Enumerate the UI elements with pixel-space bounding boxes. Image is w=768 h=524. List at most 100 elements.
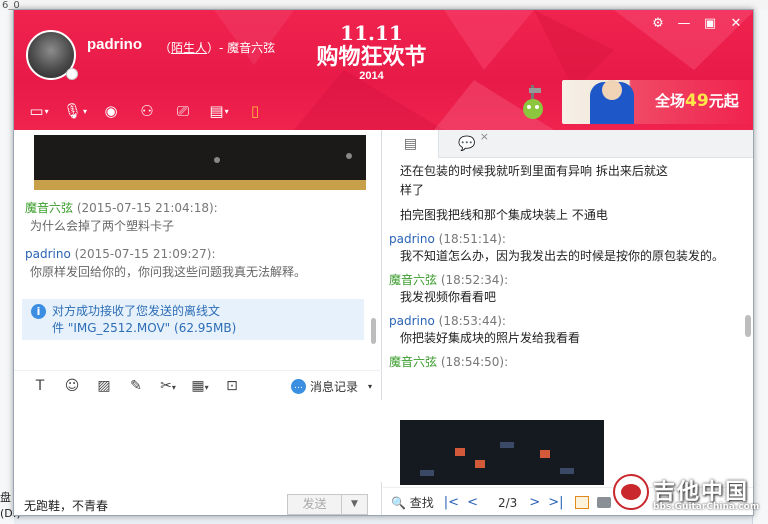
message-manager-icon[interactable]	[597, 497, 612, 508]
sender-name[interactable]: 魔音六弦	[389, 355, 437, 369]
contact-card-icon: ▤	[403, 136, 418, 152]
sender-name[interactable]: 魔音六弦	[389, 273, 437, 287]
chat-header: padrino （陌生人）- 魔音六弦 11.11 购物狂欢节 2014 ⚙ —…	[14, 10, 753, 130]
right-scrollbar[interactable]	[745, 315, 751, 337]
input-footer: 无跑鞋，不青春 发送 ▼	[14, 482, 382, 515]
message-text: 你原样发回给你的，你问我这些问题我真无法解释。	[30, 265, 307, 279]
shake-icon[interactable]: ⊡	[216, 378, 248, 394]
maximize-icon[interactable]: ▣	[701, 16, 719, 31]
last-page-icon[interactable]: >|	[548, 495, 563, 510]
message-history-list: 还在包装的时候我就听到里面有异响 拆出来后就这 样了 拍完图我把线和那个集成块装…	[389, 162, 739, 376]
message-sender: 魔音六弦 (2015-07-15 21:04:18):	[25, 200, 375, 216]
tab-messages[interactable]: 💬 ×	[439, 130, 495, 158]
circuit-photo[interactable]	[400, 420, 604, 485]
message-text: 拍完图我把线和那个集成块装上 不通电	[400, 208, 608, 222]
relation-close: ）- 魔音六弦	[207, 41, 276, 55]
tab-profile[interactable]: ▤	[383, 130, 439, 158]
info-icon: i	[31, 304, 46, 319]
font-icon[interactable]: T	[24, 378, 56, 394]
sender-name[interactable]: 魔音六弦	[25, 201, 73, 215]
banner-model-head	[602, 80, 622, 100]
message-time: (18:53:44):	[438, 314, 506, 328]
prev-page-icon[interactable]: <	[467, 495, 478, 510]
screen-share-icon[interactable]: ⎚	[170, 100, 196, 122]
first-page-icon[interactable]: |<	[444, 495, 459, 510]
promo-top: 11.11	[340, 21, 403, 45]
photo-detail	[475, 460, 485, 468]
promo-banner[interactable]: 全场49元起	[562, 80, 753, 124]
chat-bubble-icon: …	[290, 379, 306, 394]
guitar-logo-icon	[613, 474, 649, 510]
promo-year: 2014	[359, 70, 384, 82]
message-sender: padrino (18:51:14):	[389, 231, 739, 247]
notice-line[interactable]: 件 "IMG_2512.MOV" (62.95MB)	[52, 320, 358, 337]
sender-name[interactable]: padrino	[389, 314, 435, 328]
message-time: (18:52:34):	[440, 273, 509, 287]
remote-desktop-icon[interactable]: ▤ ▾	[206, 100, 232, 122]
more-icon[interactable]: ▦▾	[184, 378, 216, 394]
message-sender: 魔音六弦 (18:52:34):	[389, 272, 739, 288]
mascot-icon[interactable]	[521, 85, 545, 120]
left-scrollbar[interactable]	[371, 318, 376, 344]
video-call-icon[interactable]: ◉	[98, 100, 124, 122]
message-time: (2015-07-15 21:09:27):	[74, 247, 216, 261]
search-icon: 🔍	[391, 496, 406, 510]
settings-icon[interactable]: ⚙	[649, 16, 667, 31]
calendar-icon[interactable]	[575, 496, 590, 509]
photo-board	[34, 135, 366, 183]
emoji-icon[interactable]: ☺	[56, 378, 88, 394]
message-text: 我发视频你看看吧	[400, 290, 497, 304]
message: padrino (18:51:14): 我不知道怎么办，因为我发出去的时候是按你…	[389, 231, 739, 266]
message-time: (2015-07-15 21:04:18):	[76, 201, 218, 215]
doodle-icon[interactable]: ✎	[120, 378, 152, 394]
minimize-icon[interactable]: —	[675, 16, 693, 31]
online-status-icon	[66, 68, 78, 80]
send-options-button[interactable]: ▼	[342, 494, 368, 515]
photo-detail	[346, 153, 352, 159]
background-window-left	[0, 10, 14, 524]
add-friend-icon[interactable]: ⚇	[134, 100, 160, 122]
photo-edge	[34, 180, 366, 190]
message-time: (18:51:14):	[438, 232, 506, 246]
message-time: (18:54:50):	[440, 355, 509, 369]
screenshot-icon[interactable]: ✂▾	[152, 378, 184, 394]
sender-name[interactable]: padrino	[25, 247, 71, 261]
page-indicator: 2/3	[497, 495, 518, 510]
find-button[interactable]: 🔍 查找	[391, 494, 434, 511]
message-text: 我不知道怎么办，因为我发出去的时候是按你的原包装发的。	[400, 249, 725, 263]
side-tabs: ▤ 💬 ×	[383, 130, 753, 158]
close-icon[interactable]: ✕	[727, 16, 745, 31]
message-history-button[interactable]: … 消息记录 ▾	[290, 378, 372, 395]
file-transfer-icon[interactable]: ▭ ▾	[26, 100, 52, 122]
left-chat-pane: 魔音六弦 (2015-07-15 21:04:18): 为什么会掉了两个塑料卡子…	[14, 130, 382, 515]
banner-suffix: 元起	[708, 92, 739, 110]
image-icon[interactable]: ▨	[88, 378, 120, 394]
right-chat-pane: ▤ 💬 × 还在包装的时候我就听到里面有异响 拆出来后就这 样了 拍完图我把线和那…	[383, 130, 753, 515]
contact-signature: 无跑鞋，不青春	[24, 499, 109, 513]
voice-call-icon[interactable]: 🎙 ▾	[62, 100, 88, 122]
message: 拍完图我把线和那个集成块装上 不通电	[389, 206, 739, 225]
sender-name[interactable]: padrino	[389, 232, 435, 246]
site-watermark: 吉他中国 bbs.GuitarChina.com	[613, 470, 765, 520]
photo-detail	[455, 448, 465, 456]
next-page-icon[interactable]: >	[529, 495, 540, 510]
photo-detail	[540, 450, 550, 458]
input-toolbar: T ☺ ▨ ✎ ✂▾ ▦▾ ⊡ … 消息记录 ▾	[14, 370, 382, 400]
find-label: 查找	[409, 496, 434, 510]
message-input[interactable]	[14, 400, 382, 482]
chevron-down-icon[interactable]: ▾	[368, 382, 372, 391]
mobile-transfer-icon[interactable]: ▯	[242, 100, 268, 122]
stranger-link[interactable]: 陌生人	[171, 41, 207, 55]
banner-prefix: 全场	[655, 92, 686, 110]
send-button[interactable]: 发送	[287, 494, 342, 515]
double-eleven-logo[interactable]: 11.11 购物狂欢节 2014	[304, 22, 439, 92]
background-window-right	[752, 10, 768, 524]
contact-name[interactable]: padrino	[87, 36, 142, 53]
notice-line: 对方成功接收了您发送的离线文	[52, 304, 221, 318]
close-tab-icon[interactable]: ×	[480, 130, 489, 143]
shared-photo[interactable]	[34, 135, 366, 190]
guitar-logo-inner	[621, 484, 641, 500]
photo-detail	[500, 442, 514, 448]
message: 魔音六弦 (18:54:50):	[389, 354, 739, 370]
message: 魔音六弦 (18:52:34): 我发视频你看看吧	[389, 272, 739, 307]
